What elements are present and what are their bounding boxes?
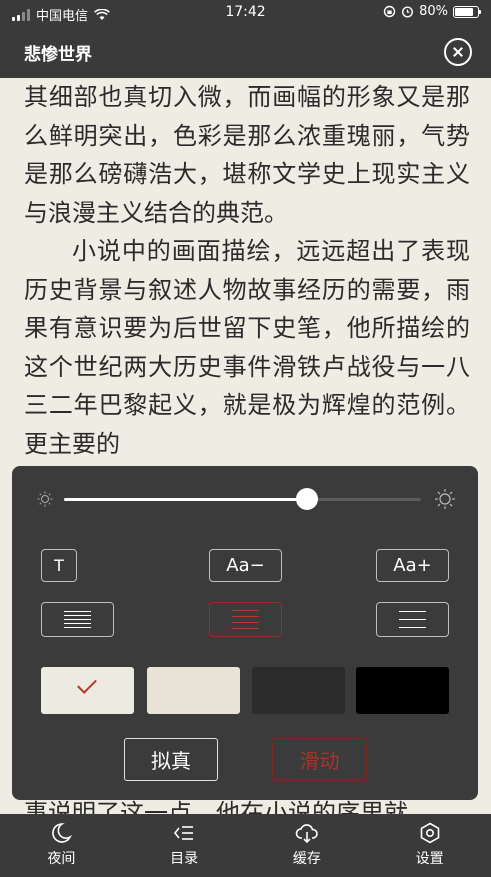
- tab-contents[interactable]: 目录: [123, 814, 246, 877]
- cloud-download-icon: [295, 824, 318, 844]
- reading-settings-panel: T Aa− Aa+ 拟真 滑动: [12, 466, 478, 800]
- brightness-slider-thumb[interactable]: [295, 488, 318, 510]
- theme-swatch-black[interactable]: [356, 667, 449, 714]
- alarm-icon: [402, 6, 414, 18]
- tab-label: 夜间: [47, 851, 76, 867]
- paragraph: 其细部也真切入微，而画幅的形象又是那么鲜明突出，色彩是那么浓重瑰丽，气势是那么磅…: [24, 83, 470, 227]
- status-right: 80%: [383, 4, 481, 19]
- list-icon: [174, 826, 194, 840]
- font-larger-button[interactable]: Aa+: [376, 549, 449, 582]
- theme-swatch-white[interactable]: [41, 667, 134, 714]
- status-bar: 中国电信 17:42 80%: [0, 0, 491, 26]
- tab-label: 缓存: [292, 851, 321, 867]
- check-icon: [77, 674, 97, 694]
- tab-label: 设置: [415, 851, 444, 867]
- line-spacing-wide-icon: [399, 611, 426, 628]
- page-mode-scroll-button[interactable]: 滑动: [272, 738, 367, 781]
- moon-icon: [52, 823, 73, 843]
- book-title: 悲惨世界: [24, 45, 92, 65]
- tab-cache[interactable]: 缓存: [246, 814, 369, 877]
- brightness-slider-fill: [64, 498, 307, 501]
- theme-swatch-dark[interactable]: [252, 667, 345, 714]
- line-spacing-wide-button[interactable]: [376, 602, 449, 637]
- brightness-low-icon: [37, 491, 53, 507]
- tab-settings[interactable]: 设置: [368, 814, 491, 877]
- tab-label: 目录: [170, 851, 199, 867]
- battery-percent: 80%: [419, 4, 448, 19]
- page-mode-realistic-button[interactable]: 拟真: [124, 738, 218, 781]
- brightness-slider[interactable]: [64, 488, 421, 510]
- font-toggle-button[interactable]: T: [41, 549, 77, 582]
- orientation-lock-icon: [383, 5, 396, 18]
- line-spacing-medium-icon: [232, 610, 259, 629]
- title-bar: 悲惨世界: [0, 26, 491, 78]
- line-spacing-medium-button[interactable]: [209, 602, 282, 637]
- font-smaller-button[interactable]: Aa−: [209, 549, 282, 582]
- tab-night-mode[interactable]: 夜间: [0, 814, 123, 877]
- theme-swatch-beige[interactable]: [147, 667, 240, 714]
- close-icon[interactable]: [444, 38, 472, 66]
- line-spacing-compact-icon: [64, 611, 91, 628]
- paragraph: 小说中的画面描绘，远远超出了表现历史背景与叙述人物故事经历的需要，雨果有意识要为…: [24, 237, 470, 458]
- gear-icon: [420, 822, 439, 844]
- battery-icon: [453, 5, 481, 18]
- line-spacing-compact-button[interactable]: [41, 602, 114, 637]
- bottom-tab-bar: 夜间 目录 缓存 设置: [0, 814, 491, 877]
- brightness-high-icon: [435, 489, 455, 509]
